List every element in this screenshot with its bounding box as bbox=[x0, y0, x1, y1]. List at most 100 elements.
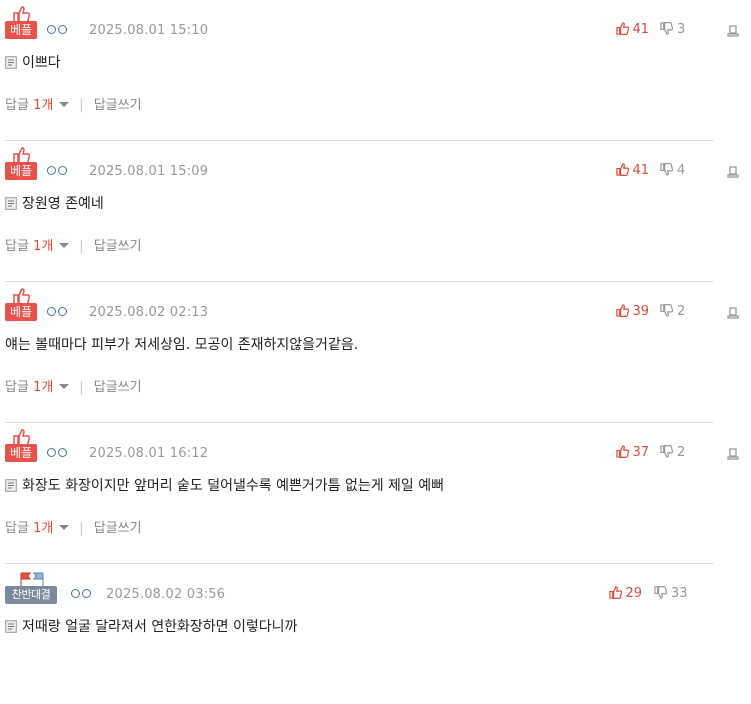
comment-text-row: 장원영 존예네 bbox=[5, 193, 104, 213]
thumbs-up-icon bbox=[13, 6, 31, 22]
user-rings-icon bbox=[47, 448, 71, 458]
reply-toggle[interactable]: 답글 1개 bbox=[5, 239, 70, 254]
document-icon bbox=[5, 620, 17, 633]
chevron-down-icon bbox=[59, 525, 70, 530]
comment-text: 화장도 화장이지만 앞머리 숱도 덜어낼수록 예쁜거가틈 없는게 제일 예뻐 bbox=[22, 478, 444, 494]
reply-toggle[interactable]: 답글 1개 bbox=[5, 521, 70, 536]
comment-list: 베플 2025.08.01 15:10 41 3 이쁘다 답글 1개 | 답글쓰기 … bbox=[0, 0, 751, 704]
thumbs-up-icon bbox=[13, 147, 31, 163]
user-rings-icon bbox=[47, 166, 71, 176]
downvote-button[interactable]: 4 bbox=[660, 163, 700, 178]
upvote-count: 41 bbox=[632, 163, 649, 178]
comment-item: 베플 2025.08.01 15:09 41 4 장원영 존예네 답글 1개 | 답… bbox=[5, 141, 739, 282]
downvote-button[interactable]: 33 bbox=[654, 586, 694, 601]
chevron-down-icon bbox=[59, 384, 70, 389]
thumbs-down-icon bbox=[660, 22, 674, 35]
write-reply-link[interactable]: 답글쓰기 bbox=[94, 521, 142, 536]
comment-text: 이쁘다 bbox=[22, 55, 61, 71]
upvote-count: 37 bbox=[632, 445, 649, 460]
downvote-count: 2 bbox=[677, 304, 686, 319]
reply-toggle[interactable]: 답글 1개 bbox=[5, 380, 70, 395]
upvote-button[interactable]: 41 bbox=[616, 163, 649, 178]
best-badge: 베플 bbox=[5, 303, 37, 321]
reply-count: 1개 bbox=[33, 380, 54, 395]
comment-item: 베플 2025.08.02 02:13 39 2 얘는 볼때마다 피부가 저세상… bbox=[5, 282, 739, 423]
upvote-button[interactable]: 41 bbox=[616, 22, 649, 37]
document-icon bbox=[5, 197, 17, 210]
comment-date: 2025.08.01 16:12 bbox=[89, 446, 209, 461]
comment-text-row: 저때랑 얼굴 달라져서 연한화장하면 이렇다니까 bbox=[5, 616, 297, 636]
thumbs-down-icon bbox=[660, 163, 674, 176]
thumbs-up-icon bbox=[13, 429, 31, 445]
comment-text: 장원영 존예네 bbox=[22, 196, 104, 212]
upvote-button[interactable]: 37 bbox=[616, 445, 649, 460]
debate-badge-wrap: 찬반대결 bbox=[5, 571, 61, 605]
reply-count: 1개 bbox=[33, 521, 54, 536]
comment-date: 2025.08.02 02:13 bbox=[89, 305, 209, 320]
best-badge-wrap: 베플 bbox=[5, 288, 37, 322]
downvote-count: 2 bbox=[677, 445, 686, 460]
report-icon[interactable] bbox=[727, 25, 739, 37]
divider: | bbox=[79, 380, 84, 395]
comment-footer: 답글 1개 | 답글쓰기 bbox=[5, 376, 142, 395]
reply-toggle[interactable]: 답글 1개 bbox=[5, 98, 70, 113]
upvote-count: 41 bbox=[632, 22, 649, 37]
user-rings-icon bbox=[47, 25, 71, 35]
comment-date: 2025.08.01 15:09 bbox=[89, 164, 209, 179]
downvote-button[interactable]: 3 bbox=[660, 22, 700, 37]
divider: | bbox=[79, 239, 84, 254]
comment-item: 찬반대결 2025.08.02 03:56 29 33 저때랑 얼굴 달라져서 … bbox=[5, 564, 714, 704]
comment-item: 베플 2025.08.01 15:10 41 3 이쁘다 답글 1개 | 답글쓰기 bbox=[5, 0, 739, 141]
user-rings-icon bbox=[71, 589, 95, 599]
flags-icon bbox=[20, 572, 44, 587]
debate-badge: 찬반대결 bbox=[5, 586, 57, 604]
reply-count: 1개 bbox=[33, 239, 54, 254]
comment-text-row: 이쁘다 bbox=[5, 52, 61, 72]
thumbs-down-icon bbox=[660, 304, 674, 317]
report-icon[interactable] bbox=[727, 448, 739, 460]
downvote-count: 3 bbox=[677, 22, 686, 37]
thumbs-down-icon bbox=[654, 586, 668, 599]
write-reply-link[interactable]: 답글쓰기 bbox=[94, 239, 142, 254]
document-icon bbox=[5, 56, 17, 69]
thumbs-up-icon bbox=[13, 288, 31, 304]
chevron-down-icon bbox=[59, 102, 70, 107]
best-badge: 베플 bbox=[5, 444, 37, 462]
best-badge: 베플 bbox=[5, 21, 37, 39]
upvote-count: 39 bbox=[632, 304, 649, 319]
best-badge-wrap: 베플 bbox=[5, 429, 37, 463]
thumbs-up-icon bbox=[616, 445, 630, 458]
thumbs-up-icon bbox=[609, 586, 623, 599]
chevron-down-icon bbox=[59, 243, 70, 248]
report-icon[interactable] bbox=[727, 307, 739, 319]
upvote-count: 29 bbox=[625, 586, 642, 601]
thumbs-up-icon bbox=[616, 22, 630, 35]
comment-text-row: 얘는 볼때마다 피부가 저세상임. 모공이 존재하지않을거같음. bbox=[5, 334, 358, 354]
reply-label: 답글 bbox=[5, 98, 29, 113]
upvote-button[interactable]: 29 bbox=[609, 586, 642, 601]
best-badge-wrap: 베플 bbox=[5, 6, 37, 40]
reply-label: 답글 bbox=[5, 521, 29, 536]
thumbs-up-icon bbox=[616, 304, 630, 317]
write-reply-link[interactable]: 답글쓰기 bbox=[94, 98, 142, 113]
best-badge-wrap: 베플 bbox=[5, 147, 37, 181]
downvote-button[interactable]: 2 bbox=[660, 304, 700, 319]
comment-text-row: 화장도 화장이지만 앞머리 숱도 덜어낼수록 예쁜거가틈 없는게 제일 예뻐 bbox=[5, 475, 444, 495]
comment-date: 2025.08.02 03:56 bbox=[106, 587, 226, 602]
user-rings-icon bbox=[47, 307, 71, 317]
comment-footer: 답글 1개 | 답글쓰기 bbox=[5, 517, 142, 536]
write-reply-link[interactable]: 답글쓰기 bbox=[94, 380, 142, 395]
divider: | bbox=[79, 98, 84, 113]
comment-text: 얘는 볼때마다 피부가 저세상임. 모공이 존재하지않을거같음. bbox=[5, 337, 359, 353]
comment-date: 2025.08.01 15:10 bbox=[89, 23, 209, 38]
upvote-button[interactable]: 39 bbox=[616, 304, 649, 319]
comment-footer: 답글 1개 | 답글쓰기 bbox=[5, 235, 142, 254]
report-icon[interactable] bbox=[727, 166, 739, 178]
divider: | bbox=[79, 521, 84, 536]
comment-footer: 답글 1개 | 답글쓰기 bbox=[5, 94, 142, 113]
downvote-button[interactable]: 2 bbox=[660, 445, 700, 460]
comment-item: 베플 2025.08.01 16:12 37 2 화장도 화장이지만 앞머리 숱… bbox=[5, 423, 739, 564]
reply-label: 답글 bbox=[5, 239, 29, 254]
reply-count: 1개 bbox=[33, 98, 54, 113]
downvote-count: 4 bbox=[677, 163, 686, 178]
